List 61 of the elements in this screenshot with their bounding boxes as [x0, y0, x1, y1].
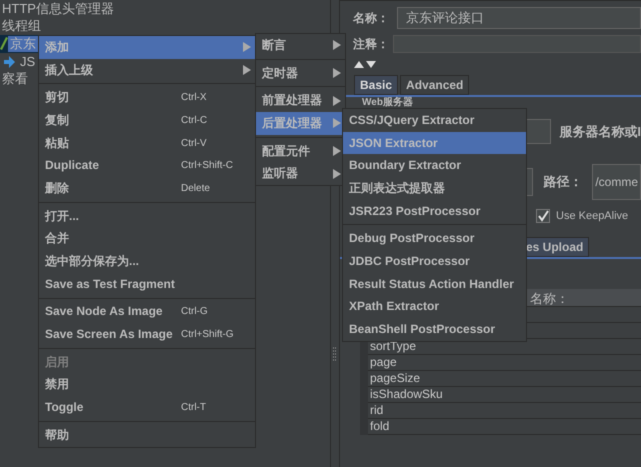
menu-item[interactable]: XPath Extractor [343, 296, 526, 318]
menu-item[interactable]: 选中部分保存为... [39, 250, 255, 273]
submenu-arrow-icon [333, 146, 341, 156]
server-label: 服务器名称或I [559, 122, 641, 141]
table-cell: fold [368, 418, 641, 434]
name-label: 名称： [353, 10, 389, 27]
menu-item[interactable]: 断言 [256, 34, 345, 57]
submenu-arrow-icon [243, 42, 251, 52]
table-cell: rid [368, 402, 641, 418]
menu-item[interactable]: 定时器 [256, 62, 345, 84]
menu-item[interactable]: 粘贴 Ctrl-V [39, 132, 255, 154]
submenu-arrow-icon [243, 65, 251, 76]
arrow-icon [3, 54, 15, 69]
comment-label: 注释： [353, 36, 389, 53]
tree-item[interactable]: 线程组 [0, 18, 43, 34]
menu-item[interactable]: Save Node As Image Ctrl-G [39, 300, 255, 324]
menu-item[interactable]: 复制 Ctrl-C [39, 109, 255, 132]
submenu-arrow-icon [333, 96, 341, 106]
menu-item[interactable]: Toggle Ctrl-T [39, 396, 255, 419]
path-field[interactable]: /comme [592, 164, 641, 200]
comment-field[interactable] [393, 35, 641, 53]
menu-item[interactable]: Save as Test Fragment [39, 272, 255, 296]
menu-item[interactable]: CSS/JQuery Extractor [343, 109, 526, 132]
submenu-arrow-icon [333, 40, 341, 50]
menu-item[interactable]: 插入上级 [39, 58, 255, 82]
table-cell: isShadowSku [368, 386, 641, 402]
submenu-arrow-icon [333, 68, 341, 78]
menu-item[interactable]: Duplicate Ctrl+Shift-C [39, 154, 255, 178]
menu-item[interactable]: JSR223 PostProcessor [343, 200, 526, 222]
tab[interactable]: Basic [354, 75, 398, 95]
server-field[interactable] [525, 119, 552, 144]
menu-item[interactable]: 配置元件 [256, 140, 345, 162]
tree-item[interactable]: JS [18, 54, 38, 70]
tree-item[interactable]: HTTP信息头管理器 [0, 0, 116, 17]
splitter-grip-icon[interactable] [333, 346, 337, 360]
menu-item[interactable]: Boundary Extractor [343, 154, 526, 178]
collapse-arrows-icon[interactable] [354, 61, 376, 68]
group-title: Web服务器 [360, 97, 415, 108]
table-cell: pageSize [368, 370, 641, 386]
menu-item[interactable]: 前置处理器 [256, 89, 345, 112]
submenu-arrow-icon [333, 168, 341, 179]
menu-item[interactable]: Save Screen As Image Ctrl+Shift-G [39, 323, 255, 346]
name-field[interactable]: 京东评论接口 [397, 7, 641, 29]
checkbox[interactable] [536, 209, 550, 224]
menu-item[interactable]: 剪切 Ctrl-X [39, 86, 255, 110]
path-label: 路径： [543, 173, 582, 192]
checkbox-label: Use KeepAlive [556, 209, 628, 224]
submenu-arrow-icon [333, 118, 341, 128]
menu-item[interactable]: 正则表达式提取器 [343, 177, 526, 200]
tree-item[interactable]: 察看 [0, 71, 30, 88]
menu-item[interactable]: 监听器 [256, 162, 345, 186]
menu-item[interactable]: BeanShell PostProcessor [343, 318, 526, 341]
menu-item[interactable]: 帮助 [39, 424, 255, 447]
column-header: 名称： [530, 290, 569, 306]
menu-item[interactable]: Result Status Action Handler [343, 272, 526, 296]
menu-item[interactable]: 删除 Delete [39, 177, 255, 200]
menu-item[interactable]: 打开... [39, 204, 255, 228]
menu-item[interactable]: 禁用 [39, 374, 255, 396]
table-cell: page [368, 354, 641, 370]
menu-item[interactable]: 合并 [39, 228, 255, 250]
tab[interactable]: Advanced [400, 75, 470, 95]
